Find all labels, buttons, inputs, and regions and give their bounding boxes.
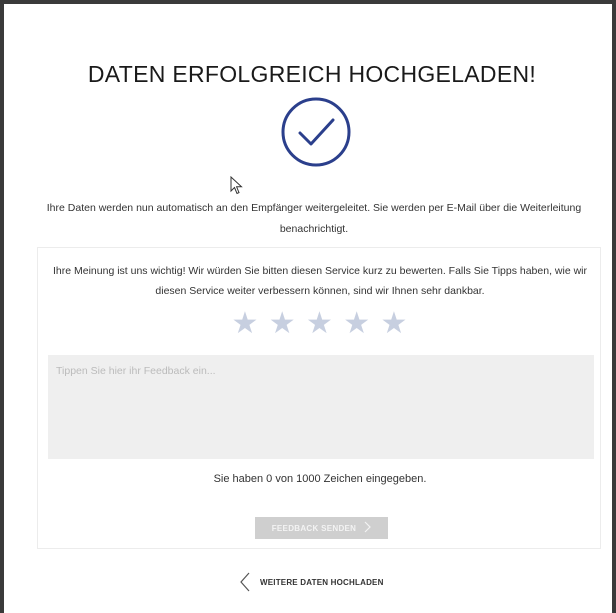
star-rating[interactable]: ★ ★ ★ ★ ★ bbox=[38, 306, 602, 342]
star-icon-4[interactable]: ★ bbox=[343, 307, 371, 340]
mouse-cursor-icon bbox=[230, 175, 244, 196]
feedback-textarea[interactable] bbox=[48, 355, 594, 459]
star-icon-3[interactable]: ★ bbox=[306, 307, 334, 340]
page-frame: DATEN ERFOLGREICH HOCHGELADEN! Ihre Date… bbox=[0, 0, 616, 613]
send-feedback-label: FEEDBACK SENDEN bbox=[271, 523, 357, 533]
star-icon-2[interactable]: ★ bbox=[269, 307, 297, 340]
star-icon-1[interactable]: ★ bbox=[232, 307, 260, 340]
upload-info-text: Ihre Daten werden nun automatisch an den… bbox=[46, 202, 582, 235]
chevron-left-icon bbox=[240, 572, 250, 592]
check-circle-icon bbox=[280, 96, 352, 168]
star-icon-5[interactable]: ★ bbox=[381, 307, 409, 340]
character-counter: Sie haben 0 von 1000 Zeichen eingegeben. bbox=[213, 473, 427, 485]
upload-more-link[interactable]: WEITERE DATEN HOCHLADEN bbox=[240, 572, 384, 592]
feedback-card: Ihre Meinung ist uns wichtig! Wir würden… bbox=[37, 247, 601, 549]
send-feedback-button[interactable]: FEEDBACK SENDEN bbox=[255, 517, 388, 539]
feedback-intro-text: Ihre Meinung ist uns wichtig! Wir würden… bbox=[53, 265, 587, 297]
chevron-right-icon bbox=[364, 521, 372, 535]
page-title: DATEN ERFOLGREICH HOCHGELADEN! bbox=[87, 61, 537, 88]
upload-more-label: WEITERE DATEN HOCHLADEN bbox=[260, 577, 384, 587]
